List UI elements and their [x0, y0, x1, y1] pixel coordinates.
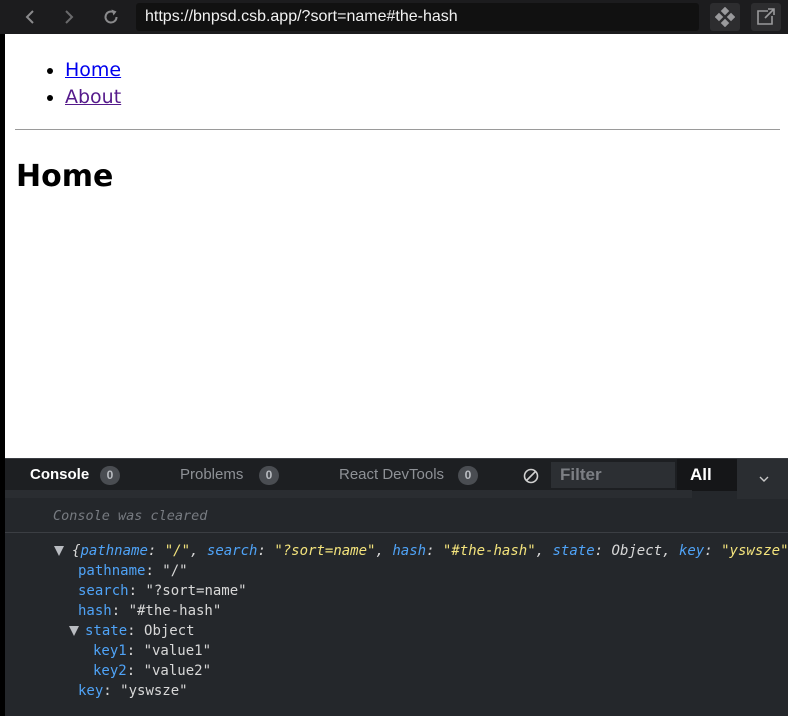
console-output: Console was cleared {pathname: "/", sear…: [5, 498, 788, 716]
log-level-select[interactable]: All: [677, 459, 737, 491]
log-property: hash: "#the-hash": [78, 603, 222, 619]
react-devtools-count-badge: 0: [458, 466, 478, 485]
tab-label: Console: [30, 466, 90, 483]
nav-list: Home About: [65, 57, 121, 111]
divider: [15, 129, 780, 130]
console-count-badge: 0: [100, 466, 120, 485]
tabbar-shadow: [5, 490, 692, 498]
about-link[interactable]: About: [65, 86, 121, 108]
log-object-summary[interactable]: {pathname: "/", search: "?sort=name", ha…: [72, 541, 788, 561]
back-button[interactable]: [17, 5, 43, 29]
chevron-down-icon: [759, 476, 769, 482]
list-item: Home: [65, 57, 121, 84]
tab-react-devtools[interactable]: React DevTools: [339, 459, 444, 491]
log-property: key1: "value1": [93, 643, 212, 659]
filter-input[interactable]: Filter: [551, 462, 675, 488]
browser-toolbar: https://bnpsd.csb.app/?sort=name#the-has…: [0, 0, 788, 34]
reload-icon: [104, 9, 118, 24]
log-level-dropdown[interactable]: [737, 459, 788, 499]
codesandbox-button[interactable]: [710, 3, 740, 31]
problems-count-badge: 0: [259, 466, 279, 485]
devtools-panel: Console 0 Problems 0 React DevTools 0 Fi…: [5, 458, 788, 716]
page-heading: Home: [16, 159, 114, 194]
tab-problems[interactable]: Problems: [180, 459, 243, 491]
log-property-state[interactable]: state: Object: [85, 621, 195, 641]
page-viewport: Home About Home: [5, 34, 788, 458]
log-property: pathname: "/": [78, 563, 188, 579]
devtools-tabbar: Console 0 Problems 0 React DevTools 0 Fi…: [5, 458, 788, 499]
log-property: key2: "value2": [93, 663, 212, 679]
list-item: About: [65, 84, 121, 111]
diamond-grid-icon: [715, 7, 735, 27]
expand-toggle-icon[interactable]: [69, 626, 79, 636]
forward-button[interactable]: [56, 5, 82, 29]
clear-console-icon[interactable]: [522, 467, 540, 485]
tab-console[interactable]: Console: [30, 459, 89, 491]
tab-label: Problems: [180, 466, 244, 483]
external-link-icon: [757, 8, 775, 25]
address-bar[interactable]: https://bnpsd.csb.app/?sort=name#the-has…: [136, 3, 699, 31]
chevron-left-icon: [25, 10, 34, 24]
chevron-right-icon: [65, 10, 74, 24]
home-link[interactable]: Home: [65, 59, 121, 81]
expand-toggle-icon[interactable]: [54, 546, 64, 556]
log-property: key: "yswsze": [78, 683, 188, 699]
reload-button[interactable]: [98, 5, 124, 29]
log-property: search: "?sort=name": [78, 583, 247, 599]
log-separator: [5, 532, 788, 533]
tab-label: React DevTools: [339, 466, 445, 483]
open-new-window-button[interactable]: [751, 3, 781, 31]
console-cleared-message: Console was cleared: [53, 508, 208, 524]
